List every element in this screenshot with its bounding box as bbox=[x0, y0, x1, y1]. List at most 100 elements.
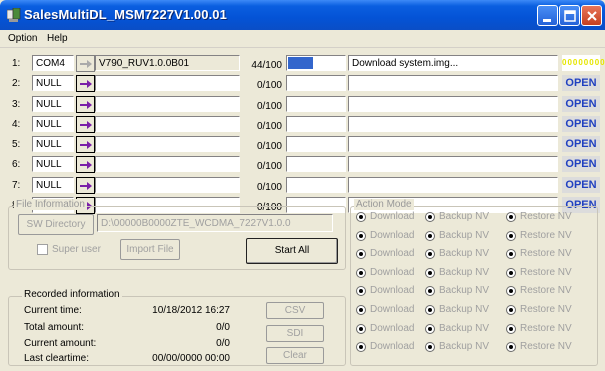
port-field[interactable]: NULL bbox=[32, 156, 74, 172]
total-amount-label: Total amount: bbox=[24, 322, 85, 333]
arrow-right-icon bbox=[80, 80, 92, 88]
radio-backup-nv[interactable] bbox=[425, 305, 435, 315]
last-cleartime-value: 00/00/0000 00:00 bbox=[152, 353, 230, 364]
open-label: OPEN bbox=[562, 75, 600, 91]
radio-download[interactable] bbox=[356, 305, 366, 315]
close-icon bbox=[587, 11, 597, 21]
radio-download[interactable] bbox=[356, 212, 366, 222]
radio-label-restore-nv: Restore NV bbox=[520, 322, 572, 334]
radio-label-restore-nv: Restore NV bbox=[520, 248, 572, 260]
radio-label-backup-nv: Backup NV bbox=[439, 211, 490, 222]
radio-backup-nv[interactable] bbox=[425, 323, 435, 334]
file-field[interactable] bbox=[95, 136, 240, 152]
progress-bar bbox=[286, 136, 346, 152]
status-field bbox=[348, 156, 558, 172]
start-all-button[interactable]: Start All bbox=[246, 238, 338, 264]
progress-bar bbox=[286, 96, 346, 112]
radio-restore-nv[interactable] bbox=[506, 267, 516, 278]
radio-backup-nv[interactable] bbox=[425, 267, 435, 278]
sw-directory-field[interactable]: D:\00000B0000ZTE_WCDMA_7227V1.0.0 bbox=[97, 214, 333, 232]
download-count: 0/100 bbox=[256, 182, 282, 193]
minimize-icon bbox=[543, 19, 551, 22]
radio-download[interactable] bbox=[356, 323, 366, 334]
status-field bbox=[348, 75, 558, 91]
arrow-right-icon bbox=[80, 182, 92, 190]
menu-option[interactable]: Option bbox=[8, 33, 37, 44]
status-field bbox=[348, 177, 558, 193]
sdi-button[interactable]: SDI bbox=[266, 325, 324, 342]
radio-label-backup-nv: Backup NV bbox=[439, 341, 490, 353]
radio-label-download: Download bbox=[370, 266, 415, 278]
radio-restore-nv[interactable] bbox=[506, 305, 516, 315]
download-count: 0/100 bbox=[256, 101, 282, 112]
arrow-right-icon bbox=[80, 101, 92, 109]
download-arrow-button[interactable] bbox=[76, 75, 95, 92]
progress-bar bbox=[286, 55, 346, 71]
download-arrow-button[interactable] bbox=[76, 96, 95, 113]
row-number: 7: bbox=[12, 180, 21, 191]
radio-restore-nv[interactable] bbox=[506, 230, 516, 241]
radio-restore-nv[interactable] bbox=[506, 323, 516, 334]
radio-download[interactable] bbox=[356, 267, 366, 278]
progress-bar bbox=[286, 156, 346, 172]
port-field[interactable]: NULL bbox=[32, 136, 74, 152]
minimize-button[interactable] bbox=[537, 5, 558, 26]
port-field[interactable]: NULL bbox=[32, 116, 74, 132]
radio-label-restore-nv: Restore NV bbox=[520, 304, 572, 315]
row-number: 6: bbox=[12, 159, 21, 170]
radio-label-backup-nv: Backup NV bbox=[439, 304, 490, 315]
download-arrow-button[interactable] bbox=[76, 136, 95, 153]
radio-label-download: Download bbox=[370, 322, 415, 334]
port-field[interactable]: NULL bbox=[32, 75, 74, 91]
menu-help[interactable]: Help bbox=[47, 33, 68, 44]
radio-label-backup-nv: Backup NV bbox=[439, 266, 490, 278]
radio-backup-nv[interactable] bbox=[425, 230, 435, 241]
csv-button[interactable]: CSV bbox=[266, 302, 324, 319]
row-number: 3: bbox=[12, 99, 21, 110]
file-field[interactable] bbox=[95, 156, 240, 172]
recorded-info-title: Recorded information bbox=[22, 289, 122, 300]
file-field[interactable] bbox=[95, 116, 240, 132]
status-field bbox=[348, 96, 558, 112]
status-field bbox=[348, 136, 558, 152]
progress-fill bbox=[288, 57, 314, 69]
download-arrow-button[interactable] bbox=[76, 156, 95, 173]
download-arrow-button[interactable] bbox=[76, 55, 95, 72]
import-file-button[interactable]: Import File bbox=[120, 239, 180, 260]
progress-bar bbox=[286, 177, 346, 193]
title-bar[interactable]: SalesMultiDL_MSM7227V1.00.01 bbox=[0, 0, 605, 30]
radio-label-backup-nv: Backup NV bbox=[439, 248, 490, 260]
row-number: 4: bbox=[12, 119, 21, 130]
port-field[interactable]: NULL bbox=[32, 177, 74, 193]
port-field[interactable]: COM4 bbox=[32, 55, 74, 71]
download-arrow-button[interactable] bbox=[76, 116, 95, 133]
super-user-checkbox[interactable] bbox=[37, 244, 48, 255]
radio-restore-nv[interactable] bbox=[506, 212, 516, 222]
status-field: Download system.img... bbox=[348, 55, 558, 71]
file-field[interactable] bbox=[95, 96, 240, 112]
close-button[interactable] bbox=[581, 5, 602, 26]
menu-bar: Option Help bbox=[0, 30, 605, 48]
total-amount-value: 0/0 bbox=[216, 322, 230, 333]
radio-label-restore-nv: Restore NV bbox=[520, 211, 572, 222]
current-time-value: 10/18/2012 16:27 bbox=[152, 305, 230, 316]
radio-download[interactable] bbox=[356, 230, 366, 241]
file-field[interactable] bbox=[95, 75, 240, 91]
radio-label-download: Download bbox=[370, 304, 415, 315]
file-field[interactable] bbox=[95, 177, 240, 193]
file-info-title: File Information bbox=[14, 199, 87, 210]
radio-backup-nv[interactable] bbox=[425, 212, 435, 222]
download-arrow-button[interactable] bbox=[76, 177, 95, 194]
arrow-right-icon bbox=[80, 161, 92, 169]
arrow-right-icon bbox=[80, 141, 92, 149]
radio-label-download: Download bbox=[370, 285, 415, 297]
sw-directory-button[interactable]: SW Directory bbox=[18, 214, 94, 235]
maximize-button[interactable] bbox=[559, 5, 580, 26]
clear-button[interactable]: Clear bbox=[266, 347, 324, 364]
file-field[interactable]: V790_RUV1.0.0B01 bbox=[95, 55, 240, 71]
port-field[interactable]: NULL bbox=[32, 96, 74, 112]
app-icon bbox=[7, 8, 21, 22]
radio-label-restore-nv: Restore NV bbox=[520, 266, 572, 278]
open-label: OPEN bbox=[562, 156, 600, 172]
open-label: OPEN bbox=[562, 136, 600, 152]
